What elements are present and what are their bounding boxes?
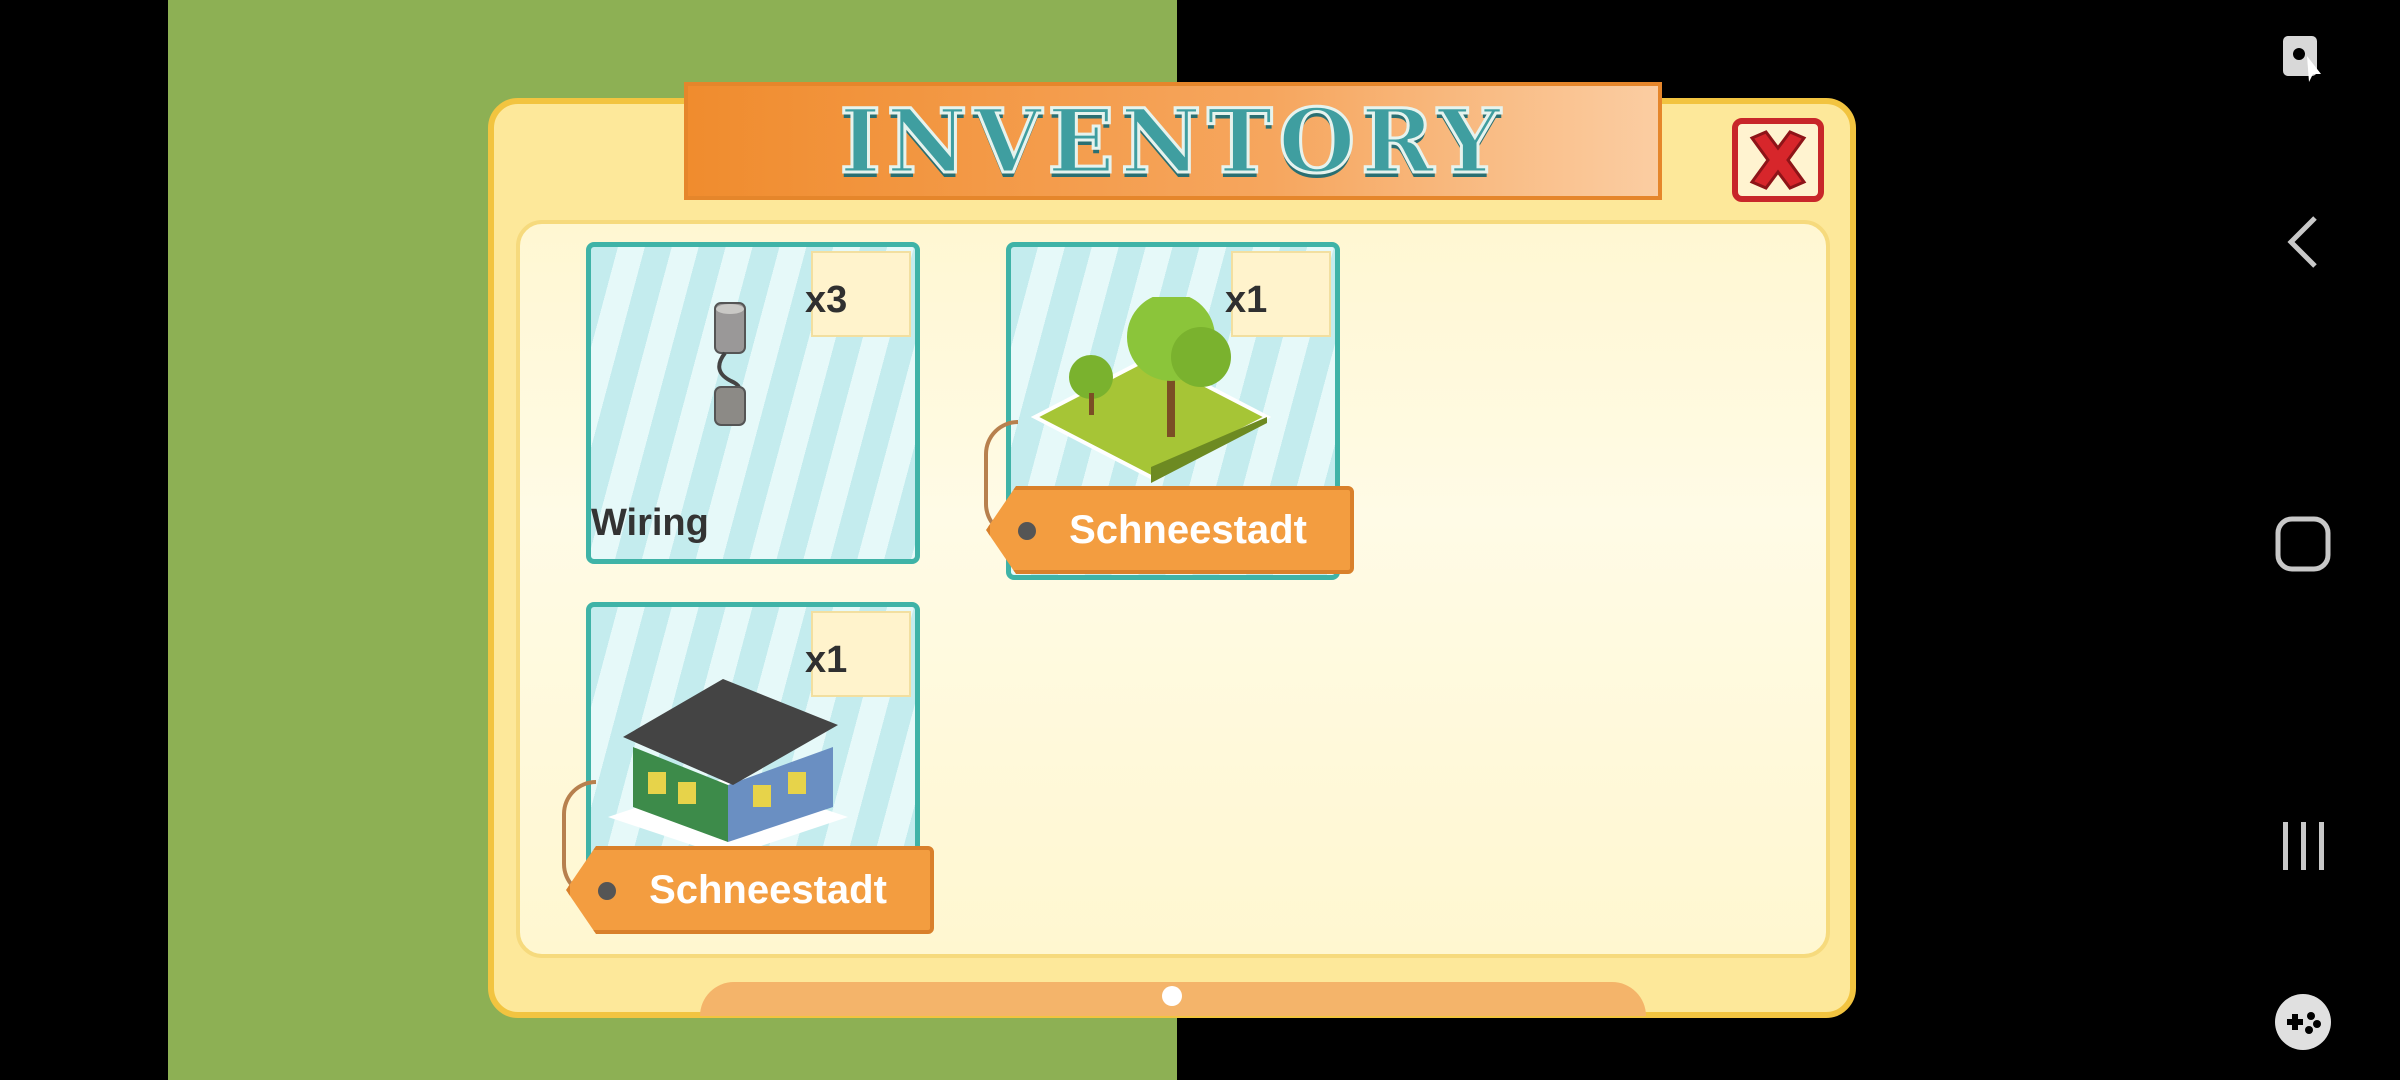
- tag-hole: [1018, 522, 1036, 540]
- item-name-tag: Schneestadt: [566, 846, 934, 934]
- home-button[interactable]: [2267, 508, 2339, 580]
- home-icon: [2275, 516, 2331, 572]
- item-name: Schneestadt: [1069, 507, 1307, 552]
- screen-lock-icon: [2283, 36, 2321, 82]
- game-tools-icon: [2275, 994, 2331, 1050]
- tree-park-icon: [1031, 297, 1271, 483]
- recent-apps-icon: [2283, 822, 2324, 870]
- close-button[interactable]: [1732, 118, 1824, 202]
- wiring-icon: [714, 302, 746, 426]
- inventory-item-wiring[interactable]: x3 Wiring: [586, 242, 920, 564]
- game-tools-button[interactable]: [2267, 986, 2339, 1058]
- recent-apps-button[interactable]: [2267, 810, 2339, 882]
- item-name-tag: Schneestadt: [986, 486, 1354, 574]
- back-button[interactable]: [2267, 206, 2339, 278]
- navigation-bar: [2177, 0, 2400, 1080]
- item-name: Wiring: [591, 502, 709, 544]
- title-banner: INVENTORY: [684, 82, 1662, 200]
- tag-hole: [598, 882, 616, 900]
- dialog-title: INVENTORY: [838, 88, 1507, 195]
- screen-lock-button[interactable]: [2267, 20, 2339, 92]
- item-name: Schneestadt: [649, 867, 887, 912]
- back-icon: [2287, 216, 2317, 268]
- close-icon: [1749, 130, 1807, 190]
- page-indicator-dot[interactable]: [1162, 986, 1182, 1006]
- quantity-box: x3: [805, 251, 911, 337]
- item-quantity: x3: [805, 279, 848, 321]
- building-icon: [608, 679, 848, 857]
